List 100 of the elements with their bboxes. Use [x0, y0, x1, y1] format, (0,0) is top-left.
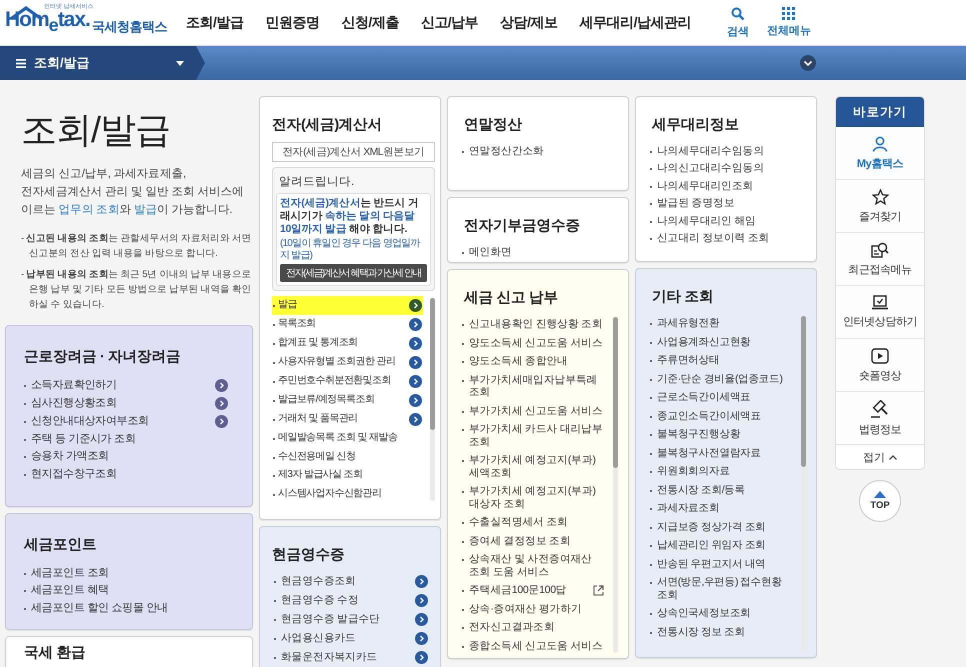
xml-view-button[interactable]: 전자(세금)계산서 XML원본보기 [272, 142, 435, 162]
menu-link[interactable]: 소득자료확인하기 [18, 376, 242, 394]
menu-link[interactable]: 과세자료조회 [648, 499, 794, 518]
shortcut-link[interactable]: 즐겨찾기 [836, 180, 924, 233]
menu-link[interactable]: 상속재산 및 사전증여재산 조회 도움 서비스 [460, 550, 606, 581]
scrollbar[interactable] [801, 316, 806, 652]
scrollbar[interactable] [430, 298, 435, 501]
menu-link[interactable]: 발급 [272, 296, 423, 315]
menu-link[interactable]: 부가가치세매입자납부특례조회 [460, 370, 606, 402]
chevron-circle-icon [409, 337, 422, 350]
chevron-circle-icon [409, 413, 422, 426]
nav-menu-item[interactable]: 신고/납부 [420, 14, 478, 32]
nav-menu-item[interactable]: 조회/발급 [186, 14, 244, 32]
shortcut-link[interactable]: My홈택스 [836, 127, 924, 180]
menu-link[interactable]: 발급된 증명정보 [648, 194, 806, 212]
menu-link[interactable]: 신청안내대상자여부조회 [18, 412, 242, 430]
menu-link[interactable]: 세금포인트 할인 쇼핑몰 안내 [18, 599, 242, 616]
nav-menu-item[interactable]: 상담/제보 [500, 14, 558, 32]
menu-link[interactable]: 사용자유형별 조회권한 관리 [272, 353, 423, 372]
full-menu-button[interactable]: 전체메뉴 [766, 6, 811, 38]
menu-link[interactable]: 기준·단순 경비율(업종코드) [648, 370, 794, 388]
menu-link[interactable]: 위원회회의자료 [648, 462, 794, 480]
shortcut-link[interactable]: 숏폼영상 [836, 339, 924, 392]
menu-link[interactable]: 나의세무대리인 해임 [648, 212, 806, 230]
card-title: 국세 환급 [24, 644, 87, 662]
menu-link[interactable]: 주택세금100문100답 [460, 581, 606, 600]
menu-link[interactable]: 과세유형전환 [648, 314, 794, 332]
scroll-top-button[interactable]: TOP [859, 480, 901, 522]
menu-link[interactable]: 서면(방문,우편등) 접수현황조회 [648, 573, 794, 604]
menu-link[interactable]: 거래처 및 품목관리 [272, 410, 423, 429]
menu-link[interactable]: 수출실적명세서 조회 [460, 513, 606, 532]
menu-link[interactable]: 종교인소득간이세액표 [648, 406, 794, 425]
collapse-button[interactable]: 접기 [836, 445, 924, 469]
menu-link[interactable]: 목록조회 [272, 315, 423, 334]
menu-link[interactable]: 주민번호수취분전환및조회 [272, 372, 423, 391]
menu-link[interactable]: 화물운전자복지카드 [272, 648, 430, 667]
chevron-circle-icon [415, 632, 428, 645]
menu-link[interactable]: 합계표 및 통계조회 [272, 334, 423, 353]
nav-menu-item[interactable]: 신청/제출 [341, 14, 399, 32]
menu-link[interactable]: 반송된 우편고지서 내역 [648, 554, 794, 573]
nav-menu-item[interactable]: 민원증명 [265, 14, 320, 32]
section-menu-button[interactable]: 조회/발급 [0, 46, 205, 80]
triangle-up-icon [874, 491, 886, 498]
menu-link[interactable]: 사업용신용카드 [272, 629, 430, 648]
menu-link[interactable]: 주류면허상태 [648, 351, 794, 370]
chevron-down-icon[interactable] [800, 55, 816, 71]
menu-link[interactable]: 제3자 발급사실 조회 [272, 466, 423, 484]
menu-link[interactable]: 전통시장 조회/등록 [648, 480, 794, 499]
menu-link[interactable]: 전통시장 정보 조회 [648, 622, 794, 641]
card-title: 전자(세금)계산서 [272, 116, 384, 134]
menu-link[interactable]: 불복청구진행상황 [648, 425, 794, 444]
menu-link[interactable]: 현금영수증 수정 [272, 591, 430, 610]
menu-link[interactable]: 지급보증 정상가격 조회 [648, 518, 794, 536]
chevron-circle-icon [215, 396, 228, 410]
shortcut-link[interactable]: 인터넷상담하기 [836, 286, 924, 339]
menu-link[interactable]: 증여세 결정정보 조회 [460, 532, 606, 550]
shortcut-link[interactable]: 최근접속메뉴 [836, 233, 924, 286]
menu-link[interactable]: 신고내용확인 진행상황 조회 [460, 315, 606, 334]
card-title: 현금영수증 [272, 546, 346, 564]
menu-link[interactable]: 메인화면 [460, 243, 618, 262]
menu-link[interactable]: 현금영수증조회 [272, 572, 430, 591]
menu-link[interactable]: 납세관리인 위임자 조회 [648, 536, 794, 554]
chevron-circle-icon [215, 378, 228, 392]
menu-link[interactable]: 근로소득간이세액표 [648, 388, 794, 406]
menu-link[interactable]: 종합소득세 신고도움 서비스 [460, 636, 606, 655]
menu-link[interactable]: 신고대리 정보이력 조회 [648, 230, 806, 247]
menu-link[interactable]: 메일발송목록 조회 및 재발송 [272, 429, 423, 448]
grid-icon [782, 6, 796, 20]
menu-link[interactable]: 승용차 가액조회 [18, 448, 242, 465]
menu-link[interactable]: 사업용계좌신고현황 [648, 332, 794, 351]
chevron-circle-icon [409, 318, 422, 331]
menu-link[interactable]: 상속인국세정보조회 [648, 604, 794, 622]
menu-link[interactable]: 심사진행상황조회 [18, 394, 242, 412]
menu-link[interactable]: 나의신고대리수임동의 [648, 160, 806, 177]
menu-link[interactable]: 연말정산간소화 [460, 142, 618, 160]
menu-link[interactable]: 발급보류/예정목록조회 [272, 391, 423, 410]
menu-link[interactable]: 세금포인트 혜택 [18, 582, 242, 599]
nav-menu-item[interactable]: 세무대리/납세관리 [580, 14, 691, 32]
menu-link[interactable]: 현지접수창구조회 [18, 465, 242, 482]
menu-link[interactable]: 양도소득세 종합안내 [460, 352, 606, 370]
menu-link[interactable]: 나의세무대리인조회 [648, 177, 806, 194]
menu-link[interactable]: 주택 등 기준시가 조회 [18, 430, 242, 448]
menu-link[interactable]: 세금포인트 조회 [18, 564, 242, 582]
menu-link[interactable]: 부가가치세 예정고지(부과) 대상자 조회 [460, 482, 606, 513]
menu-link[interactable]: 나의세무대리수임동의 [648, 142, 806, 160]
menu-link[interactable]: 부가가치세 카드사 대리납부 조회 [460, 420, 606, 451]
menu-link[interactable]: 시스템사업자수신함관리 [272, 484, 423, 503]
menu-link[interactable]: 상속·증여재산 평가하기 [460, 600, 606, 618]
menu-link[interactable]: 부가가치세 신고도움 서비스 [460, 402, 606, 420]
person-icon [872, 136, 888, 152]
guide-button[interactable]: 전자(세금)계산서 혜택과 가산세 안내 [280, 264, 427, 282]
menu-link[interactable]: 양도소득세 신고도움 서비스 [460, 334, 606, 352]
menu-link[interactable]: 현금영수증 발급수단 [272, 610, 430, 629]
menu-link[interactable]: 불복청구사전열람자료 [648, 444, 794, 462]
menu-link[interactable]: 전자신고결과조회 [460, 618, 606, 636]
scrollbar[interactable] [613, 317, 618, 653]
search-button[interactable]: 검색 [726, 6, 749, 38]
laptop-icon [871, 295, 889, 310]
menu-link[interactable]: 수신전용메일 신청 [272, 448, 423, 466]
menu-link[interactable]: 부가가치세 예정고지(부과) 세액조회 [460, 451, 606, 482]
